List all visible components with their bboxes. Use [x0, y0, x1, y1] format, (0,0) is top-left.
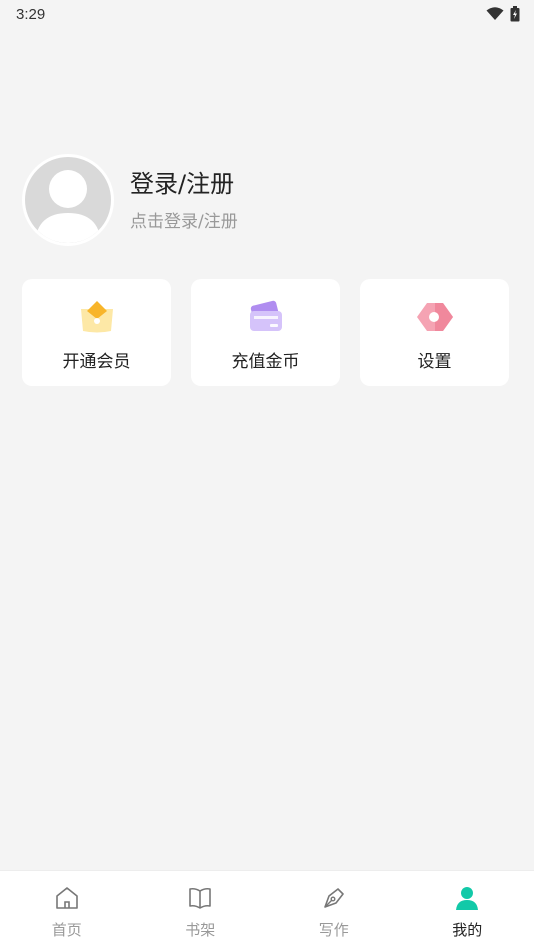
- battery-charging-icon: [510, 6, 520, 22]
- settings-button[interactable]: 设置: [360, 279, 509, 386]
- status-bar: 3:29: [0, 0, 534, 28]
- bottom-tab-bar: 首页 书架 写作 我的: [0, 870, 534, 950]
- settings-icon: [416, 303, 453, 331]
- login-register-title[interactable]: 登录/注册: [130, 169, 238, 199]
- status-icons: [486, 6, 520, 22]
- tab-profile-label: 我的: [452, 921, 483, 939]
- wifi-icon: [486, 7, 504, 20]
- login-register-subtitle[interactable]: 点击登录/注册: [130, 207, 238, 232]
- status-time: 3:29: [16, 5, 46, 23]
- bookshelf-icon: [189, 887, 212, 909]
- recharge-coins-label: 充值金币: [231, 352, 300, 372]
- tab-profile[interactable]: 我的: [401, 871, 534, 950]
- recharge-coins-button[interactable]: 充值金币: [191, 279, 340, 386]
- tab-home-label: 首页: [51, 921, 82, 939]
- recharge-card-icon: [249, 300, 282, 331]
- tab-home[interactable]: 首页: [0, 871, 134, 950]
- vip-membership-button[interactable]: 开通会员: [22, 279, 171, 386]
- default-avatar-icon[interactable]: [22, 154, 114, 246]
- quick-actions: 开通会员 充值金币 设置: [22, 279, 509, 386]
- settings-label: 设置: [417, 352, 452, 372]
- tab-bookshelf-label: 书架: [185, 921, 216, 939]
- profile-icon: [456, 887, 479, 910]
- tab-write-label: 写作: [318, 921, 349, 939]
- write-pen-icon: [323, 888, 344, 908]
- tab-write[interactable]: 写作: [267, 871, 401, 950]
- tab-bookshelf[interactable]: 书架: [134, 871, 268, 950]
- profile-header[interactable]: 登录/注册 点击登录/注册: [22, 154, 512, 246]
- vip-membership-label: 开通会员: [62, 352, 131, 372]
- home-icon: [55, 887, 78, 909]
- vip-crown-icon: [80, 301, 113, 333]
